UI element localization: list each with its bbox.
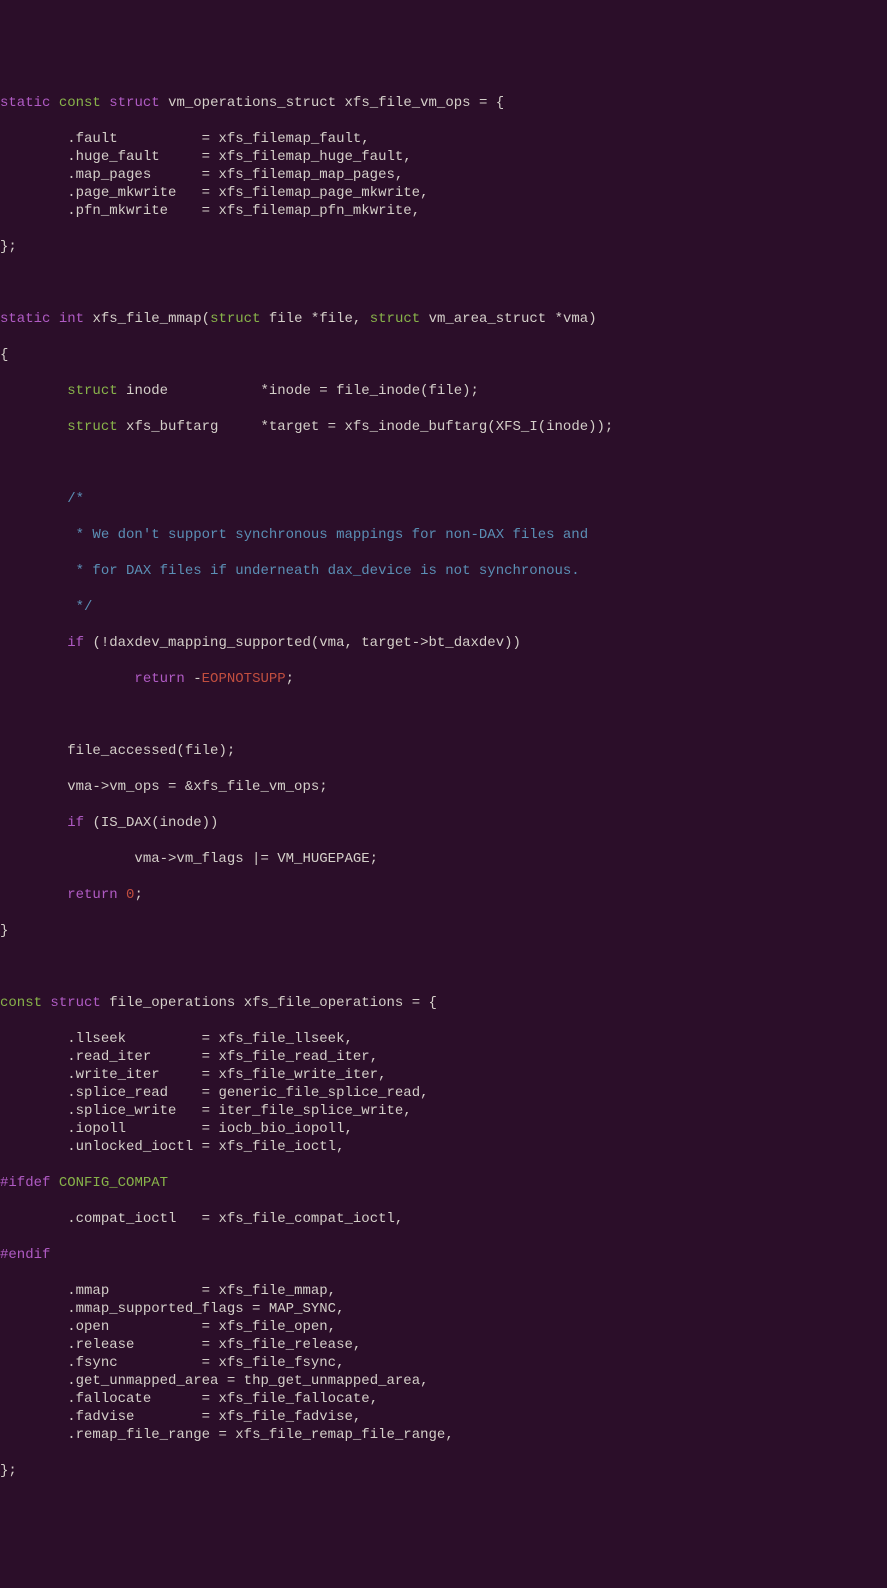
code-line: .write_iter = xfs_file_write_iter, xyxy=(0,1066,887,1084)
code-line: .mmap = xfs_file_mmap, xyxy=(0,1282,887,1300)
code-editor[interactable]: static const struct vm_operations_struct… xyxy=(0,76,887,1498)
code-line: .release = xfs_file_release, xyxy=(0,1336,887,1354)
field-value: xfs_file_write_iter xyxy=(218,1067,378,1083)
field-value: xfs_file_release xyxy=(218,1337,352,1353)
comment-line: */ xyxy=(0,598,887,616)
field-value: xfs_file_read_iter xyxy=(218,1049,369,1065)
field-name: .huge_fault xyxy=(67,149,159,165)
code-line: vma->vm_flags |= VM_HUGEPAGE; xyxy=(0,850,887,868)
code-line: return -EOPNOTSUPP; xyxy=(0,670,887,688)
field-name: .release xyxy=(67,1337,134,1353)
field-name: .pfn_mkwrite xyxy=(67,203,168,219)
code-line: .llseek = xfs_file_llseek, xyxy=(0,1030,887,1048)
code-line: { xyxy=(0,346,887,364)
field-name: .get_unmapped_area xyxy=(67,1373,218,1389)
field-value: xfs_filemap_pfn_mkwrite xyxy=(218,203,411,219)
code-line: }; xyxy=(0,238,887,256)
field-value: xfs_file_fadvise xyxy=(218,1409,352,1425)
field-name: .read_iter xyxy=(67,1049,151,1065)
code-line: .fadvise = xfs_file_fadvise, xyxy=(0,1408,887,1426)
vm-ops-block: .fault = xfs_filemap_fault, .huge_fault … xyxy=(0,130,887,220)
field-name: .page_mkwrite xyxy=(67,185,176,201)
field-value: iocb_bio_iopoll xyxy=(218,1121,344,1137)
field-value: xfs_file_remap_file_range xyxy=(235,1427,445,1443)
field-value: xfs_file_llseek xyxy=(218,1031,344,1047)
code-line: return 0; xyxy=(0,886,887,904)
field-value: xfs_file_mmap xyxy=(218,1283,327,1299)
field-name: .unlocked_ioctl xyxy=(67,1139,193,1155)
comment-line: * for DAX files if underneath dax_device… xyxy=(0,562,887,580)
comment-line: * We don't support synchronous mappings … xyxy=(0,526,887,544)
blank-line xyxy=(0,454,887,472)
code-line: .iopoll = iocb_bio_iopoll, xyxy=(0,1120,887,1138)
code-line: .fallocate = xfs_file_fallocate, xyxy=(0,1390,887,1408)
code-line: struct inode *inode = file_inode(file); xyxy=(0,382,887,400)
field-value: xfs_filemap_page_mkwrite xyxy=(218,185,420,201)
code-line: if (IS_DAX(inode)) xyxy=(0,814,887,832)
field-name: .write_iter xyxy=(67,1067,159,1083)
code-line: file_accessed(file); xyxy=(0,742,887,760)
field-name: .mmap_supported_flags xyxy=(67,1301,243,1317)
field-value: generic_file_splice_read xyxy=(218,1085,420,1101)
field-name: .fsync xyxy=(67,1355,117,1371)
code-line: }; xyxy=(0,1462,887,1480)
field-value: xfs_file_ioctl xyxy=(218,1139,336,1155)
field-value: xfs_file_open xyxy=(218,1319,327,1335)
code-line: .splice_write = iter_file_splice_write, xyxy=(0,1102,887,1120)
field-value: xfs_filemap_huge_fault xyxy=(218,149,403,165)
field-value: iter_file_splice_write xyxy=(218,1103,403,1119)
code-line: static int xfs_file_mmap(struct file *fi… xyxy=(0,310,887,328)
blank-line xyxy=(0,958,887,976)
code-line: static const struct vm_operations_struct… xyxy=(0,94,887,112)
field-value: xfs_file_fsync xyxy=(218,1355,336,1371)
code-line: .read_iter = xfs_file_read_iter, xyxy=(0,1048,887,1066)
blank-line xyxy=(0,274,887,292)
code-line: if (!daxdev_mapping_supported(vma, targe… xyxy=(0,634,887,652)
code-line: .fault = xfs_filemap_fault, xyxy=(0,130,887,148)
code-line: const struct file_operations xfs_file_op… xyxy=(0,994,887,1012)
preproc-line: #endif xyxy=(0,1246,887,1264)
code-line: .fsync = xfs_file_fsync, xyxy=(0,1354,887,1372)
code-line: .remap_file_range = xfs_file_remap_file_… xyxy=(0,1426,887,1444)
code-line: .huge_fault = xfs_filemap_huge_fault, xyxy=(0,148,887,166)
field-name: .open xyxy=(67,1319,109,1335)
code-line: .compat_ioctl = xfs_file_compat_ioctl, xyxy=(0,1210,887,1228)
code-line: .splice_read = generic_file_splice_read, xyxy=(0,1084,887,1102)
code-line: .pfn_mkwrite = xfs_filemap_pfn_mkwrite, xyxy=(0,202,887,220)
field-name: .fault xyxy=(67,131,117,147)
blank-line xyxy=(0,706,887,724)
comment-line: /* xyxy=(0,490,887,508)
field-name: .fallocate xyxy=(67,1391,151,1407)
field-name: .iopoll xyxy=(67,1121,126,1137)
fops1-block: .llseek = xfs_file_llseek, .read_iter = … xyxy=(0,1030,887,1156)
field-value: xfs_file_fallocate xyxy=(218,1391,369,1407)
field-name: .splice_read xyxy=(67,1085,168,1101)
field-name: .map_pages xyxy=(67,167,151,183)
code-line: .page_mkwrite = xfs_filemap_page_mkwrite… xyxy=(0,184,887,202)
field-name: .splice_write xyxy=(67,1103,176,1119)
field-value: thp_get_unmapped_area xyxy=(244,1373,420,1389)
code-line: .get_unmapped_area = thp_get_unmapped_ar… xyxy=(0,1372,887,1390)
code-line: vma->vm_ops = &xfs_file_vm_ops; xyxy=(0,778,887,796)
field-name: .remap_file_range xyxy=(67,1427,210,1443)
code-line: .open = xfs_file_open, xyxy=(0,1318,887,1336)
field-name: .mmap xyxy=(67,1283,109,1299)
code-line: } xyxy=(0,922,887,940)
code-line: .map_pages = xfs_filemap_map_pages, xyxy=(0,166,887,184)
field-value: xfs_filemap_fault xyxy=(218,131,361,147)
field-name: .fadvise xyxy=(67,1409,134,1425)
code-line: struct xfs_buftarg *target = xfs_inode_b… xyxy=(0,418,887,436)
field-value: xfs_filemap_map_pages xyxy=(218,167,394,183)
code-line: .unlocked_ioctl = xfs_file_ioctl, xyxy=(0,1138,887,1156)
fops2-block: .mmap = xfs_file_mmap, .mmap_supported_f… xyxy=(0,1282,887,1444)
preproc-line: #ifdef CONFIG_COMPAT xyxy=(0,1174,887,1192)
code-line: .mmap_supported_flags = MAP_SYNC, xyxy=(0,1300,887,1318)
field-value: MAP_SYNC xyxy=(269,1301,336,1317)
field-name: .llseek xyxy=(67,1031,126,1047)
